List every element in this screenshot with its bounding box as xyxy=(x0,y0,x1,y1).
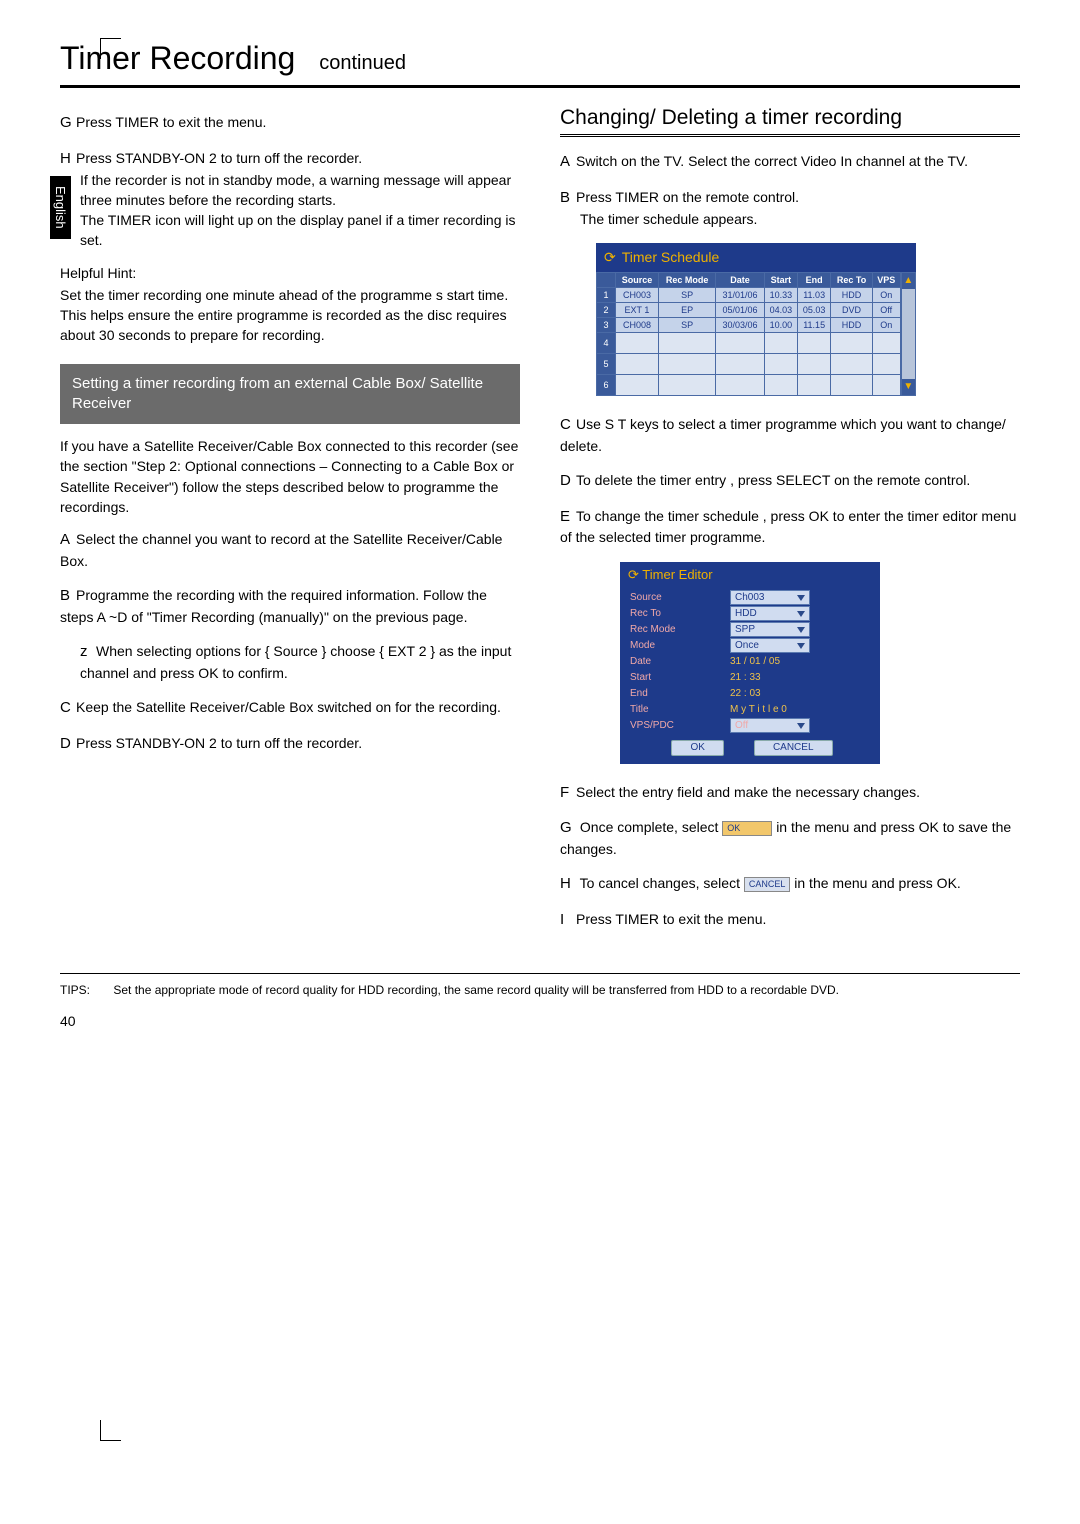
table-row[interactable]: 5 xyxy=(597,353,901,374)
ed-label-recto: Rec To xyxy=(630,608,730,619)
helpful-hint-body: Set the timer recording one minute ahead… xyxy=(60,285,520,346)
cd-step-b: Press TIMER on the remote control. xyxy=(576,189,799,205)
table-row[interactable]: 4 xyxy=(597,332,901,353)
chevron-down-icon xyxy=(797,723,805,729)
ed-label-end: End xyxy=(630,688,730,699)
left-column: GPress TIMER to exit the menu. HPress ST… xyxy=(60,106,520,945)
table-row[interactable]: 1 CH003 SP 31/01/06 10.33 11.03 HDD On xyxy=(597,287,901,302)
editor-cancel-button[interactable]: CANCEL xyxy=(754,740,833,756)
col-end: End xyxy=(798,272,831,287)
chevron-down-icon xyxy=(797,595,805,601)
tips-body: Set the appropriate mode of record quali… xyxy=(113,983,839,997)
ed-label-title: Title xyxy=(630,704,730,715)
ed-vps-select[interactable]: Off xyxy=(730,718,810,733)
step-h-sub1: If the recorder is not in standby mode, … xyxy=(80,170,520,211)
timer-schedule-table: Source Rec Mode Date Start End Rec To VP… xyxy=(596,272,901,396)
ed-end[interactable]: 22 : 03 xyxy=(730,688,874,699)
page-number: 40 xyxy=(60,1013,1020,1029)
tips-label: TIPS: xyxy=(60,982,110,999)
cd-step-g-pre: Once complete, select xyxy=(580,819,719,835)
language-tab: English xyxy=(50,176,71,239)
cd-step-c: Use S T keys to select a timer programme… xyxy=(560,416,1006,454)
ed-date[interactable]: 31 / 01 / 05 xyxy=(730,656,874,667)
inline-ok-button: OK xyxy=(722,821,772,836)
ed-label-date: Date xyxy=(630,656,730,667)
col-recto: Rec To xyxy=(831,272,873,287)
col-date: Date xyxy=(716,272,764,287)
cb-step-z: When selecting options for { Source } ch… xyxy=(80,643,511,681)
ed-start[interactable]: 21 : 33 xyxy=(730,672,874,683)
cd-step-e: To change the timer schedule , press OK … xyxy=(560,508,1016,546)
scroll-down-icon[interactable]: ▼ xyxy=(902,379,915,395)
cb-step-d: Press STANDBY-ON 2 to turn off the recor… xyxy=(76,735,362,751)
scroll-up-icon[interactable]: ▲ xyxy=(902,273,915,289)
editor-ok-button[interactable]: OK xyxy=(671,740,723,756)
step-h-sub2: The TIMER icon will light up on the disp… xyxy=(80,210,520,251)
ed-label-source: Source xyxy=(630,592,730,603)
helpful-hint-head: Helpful Hint: xyxy=(60,265,520,281)
col-source: Source xyxy=(616,272,659,287)
ed-recmode-select[interactable]: SPP xyxy=(730,622,810,637)
cd-step-f: Select the entry field and make the nece… xyxy=(576,784,920,800)
tips-footer: TIPS: Set the appropriate mode of record… xyxy=(60,973,1020,999)
page-subtitle: continued xyxy=(319,52,406,74)
section-cablebox-heading: Setting a timer recording from an extern… xyxy=(60,364,520,425)
clock-icon: ⟳ xyxy=(628,567,639,582)
timer-schedule-title: Timer Schedule xyxy=(622,249,720,265)
chevron-down-icon xyxy=(797,627,805,633)
ed-source-select[interactable]: Ch003 xyxy=(730,590,810,605)
chevron-down-icon xyxy=(797,611,805,617)
col-vps: VPS xyxy=(872,272,900,287)
table-row[interactable]: 3 CH008 SP 30/03/06 10.00 11.15 HDD On xyxy=(597,317,901,332)
timer-editor-title: Timer Editor xyxy=(642,567,712,582)
cd-step-d: To delete the timer entry , press SELECT… xyxy=(576,472,970,488)
cablebox-intro: If you have a Satellite Receiver/Cable B… xyxy=(60,436,520,517)
table-row[interactable]: 2 EXT 1 EP 05/01/06 04.03 05.03 DVD Off xyxy=(597,302,901,317)
ed-mode-select[interactable]: Once xyxy=(730,638,810,653)
page-header: Timer Recording continued xyxy=(60,40,1020,88)
timer-schedule-panel: ⟳ Timer Schedule Source Rec Mode Date Sta… xyxy=(596,243,916,396)
ed-label-vps: VPS/PDC xyxy=(630,720,730,731)
col-start: Start xyxy=(764,272,797,287)
cd-step-h-pre: To cancel changes, select xyxy=(580,875,740,891)
cb-step-b: Programme the recording with the require… xyxy=(60,587,487,625)
cb-step-c: Keep the Satellite Receiver/Cable Box sw… xyxy=(76,699,501,715)
step-g: Press TIMER to exit the menu. xyxy=(76,114,266,130)
scrollbar[interactable]: ▲ ▼ xyxy=(901,272,916,396)
timer-editor-panel: ⟳ Timer Editor SourceCh003 Rec ToHDD Rec… xyxy=(620,562,880,764)
changing-deleting-heading: Changing/ Deleting a timer recording xyxy=(560,106,1020,130)
ed-label-start: Start xyxy=(630,672,730,683)
right-column: Changing/ Deleting a timer recording ASw… xyxy=(560,106,1020,945)
cd-step-i: Press TIMER to exit the menu. xyxy=(576,911,766,927)
ed-recto-select[interactable]: HDD xyxy=(730,606,810,621)
page-title: Timer Recording xyxy=(60,40,295,76)
cb-step-a: Select the channel you want to record at… xyxy=(60,531,502,569)
ed-label-recmode: Rec Mode xyxy=(630,624,730,635)
step-h: Press STANDBY-ON 2 to turn off the recor… xyxy=(76,150,362,166)
cd-step-a: Switch on the TV. Select the correct Vid… xyxy=(576,153,968,169)
col-recmode: Rec Mode xyxy=(658,272,715,287)
table-row[interactable]: 6 xyxy=(597,374,901,395)
inline-cancel-button: CANCEL xyxy=(744,877,791,892)
cd-step-b-sub: The timer schedule appears. xyxy=(580,209,1020,229)
chevron-down-icon xyxy=(797,643,805,649)
ed-label-mode: Mode xyxy=(630,640,730,651)
cd-step-h-post: in the menu and press OK. xyxy=(794,875,961,891)
clock-icon: ⟳ xyxy=(604,249,616,266)
ed-title-value[interactable]: M y T i t l e 0 xyxy=(730,704,874,715)
